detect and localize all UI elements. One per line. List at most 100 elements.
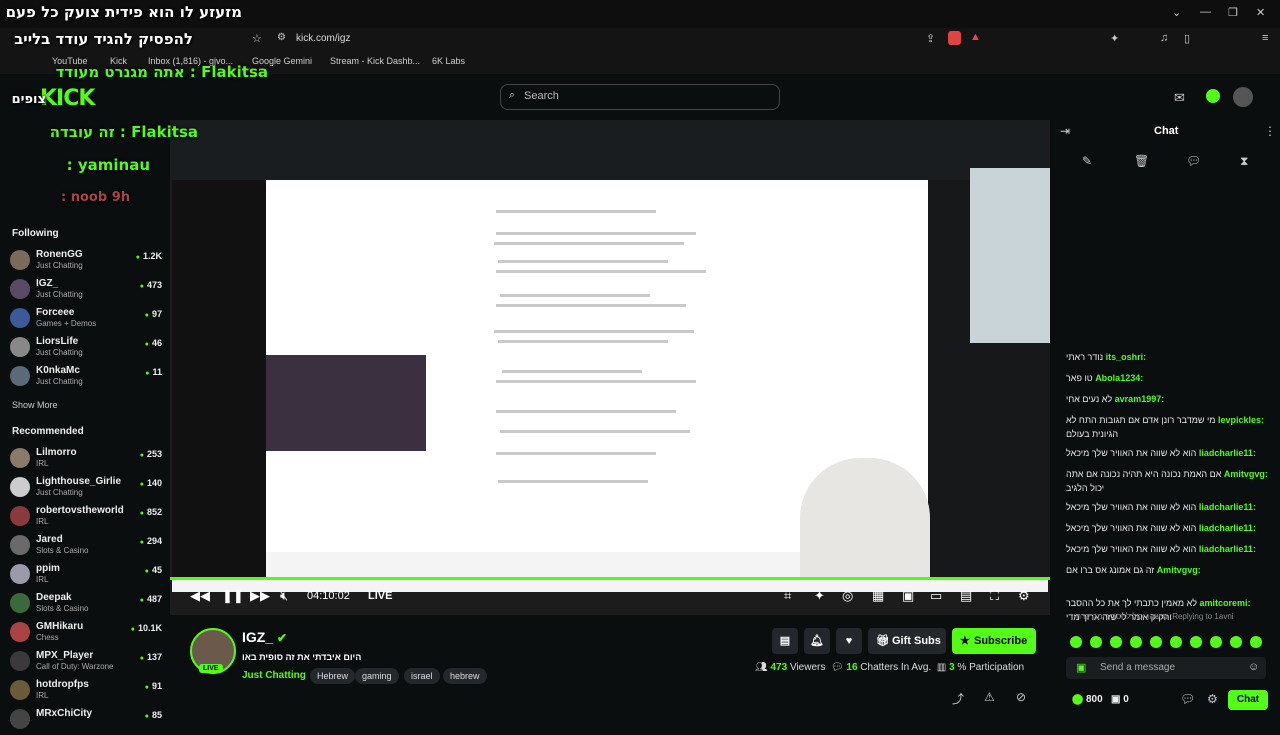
tag-hebrew[interactable]: Hebrew: [310, 668, 356, 684]
minimize-icon[interactable]: —: [1200, 6, 1211, 18]
chat-username[interactable]: liadcharlie11:: [1199, 523, 1256, 533]
emote-icon[interactable]: [1250, 636, 1262, 648]
sidebar-channel[interactable]: hotdropfpsIRL 91: [10, 678, 162, 706]
reply-icon[interactable]: 💬︎: [1186, 154, 1201, 168]
bookmark-icon[interactable]: ☆: [252, 32, 262, 45]
sidebar-channel[interactable]: GMHikaruChess 10.1K: [10, 620, 162, 648]
emote-icon[interactable]: [1170, 636, 1182, 648]
emote-icon[interactable]: [1210, 636, 1222, 648]
inbox-icon[interactable]: ✉: [1174, 90, 1185, 106]
sidebar-channel[interactable]: K0nkaMcJust Chatting 11: [10, 364, 162, 392]
hourglass-icon[interactable]: ⧗: [1240, 154, 1248, 169]
sidebar-channel[interactable]: DeepakSlots & Casino 487: [10, 591, 162, 619]
stream-category[interactable]: Just Chatting: [242, 670, 306, 681]
chat-settings-icon[interactable]: ⚙: [1207, 692, 1218, 706]
chat-username[interactable]: Abola1234:: [1095, 373, 1143, 383]
chat-username[interactable]: levpickles:: [1218, 415, 1264, 425]
live-indicator[interactable]: LIVE: [368, 590, 392, 602]
emote-icon[interactable]: [1130, 636, 1142, 648]
heart-icon[interactable]: ♥: [836, 628, 862, 654]
user-avatar[interactable]: [1233, 87, 1253, 107]
sidebar-channel[interactable]: robertovstheworldIRL 852: [10, 504, 162, 532]
sidebar-channel[interactable]: IGZ_Just Chatting 473: [10, 277, 162, 305]
kick-points-icon[interactable]: [1206, 89, 1220, 103]
chat-message[interactable]: levpickles: מי שמדבר רונן אדם אם תגובות …: [1066, 413, 1270, 441]
tag-israel[interactable]: israel: [404, 668, 440, 684]
sidebar-channel[interactable]: ForceeeGames + Demos 97: [10, 306, 162, 334]
sidebar-channel[interactable]: MRxChiCity 85: [10, 707, 162, 735]
media-icon[interactable]: ♫: [1160, 32, 1168, 44]
sidebar-channel[interactable]: LilmorroIRL 253: [10, 446, 162, 474]
chat-bubble-icon[interactable]: 💬︎: [1180, 692, 1195, 706]
tag-gaming[interactable]: gaming: [355, 668, 399, 684]
emote-icon[interactable]: [1070, 636, 1082, 648]
menu-icon[interactable]: ≡: [1262, 32, 1268, 44]
sidebar-channel[interactable]: RonenGGJust Chatting 1.2K: [10, 248, 162, 276]
bell-icon[interactable]: 🔔︎: [804, 628, 830, 654]
chat-send-button[interactable]: Chat: [1228, 690, 1268, 710]
chat-message[interactable]: Abola1234: טו פאר: [1066, 371, 1270, 385]
chat-message[interactable]: liadcharlie11: הוא לא שווה את האוויר שלך…: [1066, 521, 1270, 535]
rewind-icon[interactable]: ◀◀: [190, 588, 210, 604]
bookmark-kick-dashboard[interactable]: Stream - Kick Dashb...: [330, 56, 420, 66]
kick-logo[interactable]: KICK: [40, 86, 95, 111]
chat-more-icon[interactable]: ⋮: [1264, 124, 1276, 138]
sidebar-channel[interactable]: MPX_PlayerCall of Duty: Warzone 137: [10, 649, 162, 677]
sidebar-channel[interactable]: Lighthouse_GirlieJust Chatting 140: [10, 475, 162, 503]
chat-username[interactable]: liadcharlie11:: [1199, 448, 1256, 458]
gift-small-icon[interactable]: ▣: [1076, 661, 1086, 674]
mute-icon[interactable]: 🔇︎: [280, 588, 288, 604]
kick-points[interactable]: ⬤ 800 ▣ 0: [1072, 694, 1129, 705]
chat-message[interactable]: liadcharlie11: הוא לא שווה את האוויר שלך…: [1066, 500, 1270, 514]
trash-icon[interactable]: 🗑︎: [1134, 154, 1149, 168]
url-text[interactable]: kick.com/igz: [296, 33, 350, 44]
chat-username[interactable]: its_oshri:: [1106, 352, 1147, 362]
report-icon[interactable]: ⚠: [984, 690, 995, 704]
chat-username[interactable]: liadcharlie11:: [1199, 544, 1256, 554]
sidebar-channel[interactable]: ppimIRL 45: [10, 562, 162, 590]
clips-icon[interactable]: ▤: [772, 628, 798, 654]
caption-icon[interactable]: ▤: [960, 588, 972, 604]
forward-icon[interactable]: ▶▶: [250, 588, 270, 604]
tag-hebrew-2[interactable]: hebrew: [443, 668, 487, 684]
chat-message-input[interactable]: ▣ Send a message ☺: [1066, 657, 1266, 679]
chat-message[interactable]: its_oshri: נודר ראתי: [1066, 350, 1270, 364]
extensions-icon[interactable]: ✦: [1110, 32, 1119, 45]
chat-username[interactable]: liadcharlie11:: [1199, 502, 1256, 512]
chat-username[interactable]: Amitvgvg:: [1157, 565, 1201, 575]
show-more-button[interactable]: Show More: [12, 400, 58, 410]
streamer-name[interactable]: IGZ_ ✔: [242, 629, 287, 645]
pin-icon[interactable]: ✎: [1082, 154, 1092, 168]
stats-icon[interactable]: ▦: [872, 588, 884, 604]
maximize-icon[interactable]: ❐: [1228, 6, 1238, 19]
clip-icon[interactable]: ⌗: [784, 588, 791, 604]
chat-message[interactable]: Amitvgvg: אם האמת נכונה היא תהיה נכונה א…: [1066, 467, 1270, 495]
fullscreen-icon[interactable]: ⛶: [990, 588, 999, 604]
bookmark-6klabs[interactable]: 6K Labs: [432, 56, 465, 66]
rewards-icon[interactable]: ▲: [970, 31, 981, 43]
site-info-icon[interactable]: ⚙: [277, 32, 286, 43]
chat-username[interactable]: amitcoremi:: [1200, 598, 1251, 608]
sidebar-channel[interactable]: LiorsLifeJust Chatting 46: [10, 335, 162, 363]
emote-icon[interactable]: [1090, 636, 1102, 648]
chat-message[interactable]: liadcharlie11: הוא לא שווה את האוויר שלך…: [1066, 446, 1270, 460]
sidebar-channel[interactable]: JaredSlots & Casino 294: [10, 533, 162, 561]
chat-message[interactable]: avram1997: לא נעים אחי: [1066, 392, 1270, 406]
share-stream-icon[interactable]: ⤴: [952, 690, 964, 707]
chat-message[interactable]: liadcharlie11: הוא לא שווה את האוויר שלך…: [1066, 542, 1270, 556]
theater-icon[interactable]: ▭: [930, 588, 942, 604]
emote-icon[interactable]: [1230, 636, 1242, 648]
subscribe-button[interactable]: ★ Subscribe: [952, 628, 1036, 654]
emoji-icon[interactable]: ☺: [1248, 661, 1259, 673]
pip-icon[interactable]: ▣: [902, 588, 914, 604]
collapse-chat-icon[interactable]: ⇥: [1060, 124, 1070, 138]
search-input[interactable]: ⌕ Search: [500, 84, 780, 110]
pause-icon[interactable]: ❚❚: [222, 588, 244, 604]
sparkle-icon[interactable]: ✦: [814, 588, 825, 604]
settings-small-icon[interactable]: ◎: [842, 588, 853, 604]
share-icon[interactable]: ⇪: [926, 32, 935, 45]
chat-username[interactable]: Amitvgvg:: [1224, 469, 1268, 479]
chat-message[interactable]: Amitvgvg: זה גם אמונג אס ברו אם: [1066, 563, 1270, 577]
emote-icon[interactable]: [1190, 636, 1202, 648]
tab-list-icon[interactable]: ⌄: [1172, 6, 1181, 19]
